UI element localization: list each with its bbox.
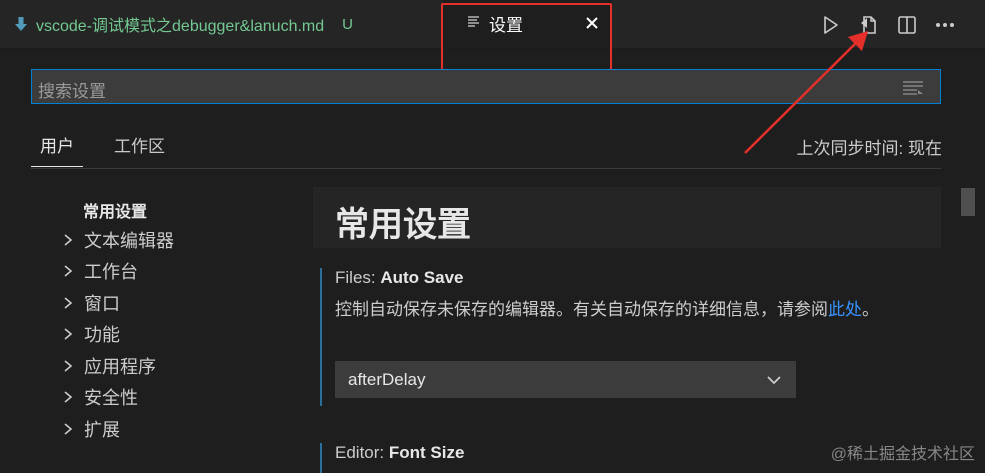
toc-item-text-editor[interactable]: 文本编辑器 (60, 224, 174, 256)
editor-actions (819, 13, 957, 37)
chevron-right-icon (60, 263, 76, 279)
toc-item-label: 功能 (84, 325, 120, 346)
toc-item-extensions[interactable]: 扩展 (60, 413, 174, 445)
auto-save-select[interactable]: afterDelay (335, 361, 796, 398)
toc-item-label: 安全性 (84, 388, 138, 409)
setting-name: Font Size (388, 443, 465, 462)
chevron-down-icon (765, 371, 783, 389)
split-editor-icon[interactable] (895, 13, 919, 37)
settings-toc: 文本编辑器 工作台 窗口 功能 应用程序 安全性 扩展 (60, 224, 174, 445)
details-link[interactable]: 此处 (828, 300, 862, 319)
toc-item-security[interactable]: 安全性 (60, 382, 174, 414)
tab-workspace[interactable]: 工作区 (105, 132, 174, 166)
chevron-right-icon (60, 358, 76, 374)
close-icon[interactable] (582, 13, 602, 33)
scope-divider (31, 168, 941, 169)
chevron-right-icon (60, 326, 76, 342)
filter-list-icon[interactable] (902, 80, 924, 96)
search-settings-input[interactable]: 搜索设置 (31, 69, 941, 104)
settings-scope-tabs: 用户 工作区 (31, 132, 174, 168)
setting-description: 控制自动保存未保存的编辑器。有关自动保存的详细信息，请参阅此处。 (335, 296, 910, 323)
section-title: 常用设置 (335, 206, 471, 244)
chevron-right-icon (60, 295, 76, 311)
sync-status: 上次同步时间: 现在 (796, 139, 942, 158)
toc-item-window[interactable]: 窗口 (60, 287, 174, 319)
toc-item-application[interactable]: 应用程序 (60, 350, 174, 382)
toc-item-label: 文本编辑器 (84, 230, 174, 251)
editor-tab-bar: vscode-调试模式之debugger&lanuch.md U 设置 (0, 0, 985, 49)
search-placeholder: 搜索设置 (38, 82, 106, 101)
setting-category: Editor: (335, 443, 389, 462)
markdown-file-icon (14, 16, 28, 32)
setting-editor-font-size: Editor: Font Size (320, 443, 464, 473)
setting-name: Auto Save (380, 268, 464, 287)
chevron-right-icon (60, 389, 76, 405)
settings-file-icon (467, 13, 481, 33)
vertical-scrollbar-thumb[interactable] (961, 188, 975, 216)
toc-item-label: 应用程序 (84, 356, 156, 377)
toc-item-commonly-used[interactable]: 常用设置 (83, 198, 147, 222)
more-actions-icon[interactable] (933, 13, 957, 37)
run-icon[interactable] (819, 13, 843, 37)
toc-item-features[interactable]: 功能 (60, 319, 174, 351)
setting-description-suffix: 。 (862, 300, 879, 319)
open-settings-json-icon[interactable] (857, 13, 881, 37)
chevron-right-icon (60, 232, 76, 248)
watermark: @稀土掘金技术社区 (830, 446, 975, 463)
file-tab[interactable]: vscode-调试模式之debugger&lanuch.md U (14, 12, 353, 36)
file-tab-label: vscode-调试模式之debugger&lanuch.md (36, 18, 325, 35)
toc-item-label: 窗口 (84, 293, 120, 314)
toc-item-label: 扩展 (84, 419, 120, 440)
settings-tab-label: 设置 (489, 15, 523, 35)
setting-title: Files: Auto Save (335, 268, 920, 288)
chevron-right-icon (60, 421, 76, 437)
toc-item-workbench[interactable]: 工作台 (60, 256, 174, 288)
setting-category: Files: (335, 268, 381, 287)
toc-item-label: 工作台 (84, 262, 138, 283)
section-header: 常用设置 (313, 187, 941, 248)
tab-user[interactable]: 用户 (31, 132, 83, 167)
setting-title: Editor: Font Size (335, 443, 464, 463)
settings-tab[interactable]: 设置 (443, 0, 612, 48)
setting-files-auto-save: Files: Auto Save 控制自动保存未保存的编辑器。有关自动保存的详细… (320, 268, 920, 406)
auto-save-value: afterDelay (348, 370, 426, 389)
untracked-status-badge: U (342, 15, 353, 33)
setting-description-text: 控制自动保存未保存的编辑器。有关自动保存的详细信息，请参阅 (335, 300, 828, 319)
